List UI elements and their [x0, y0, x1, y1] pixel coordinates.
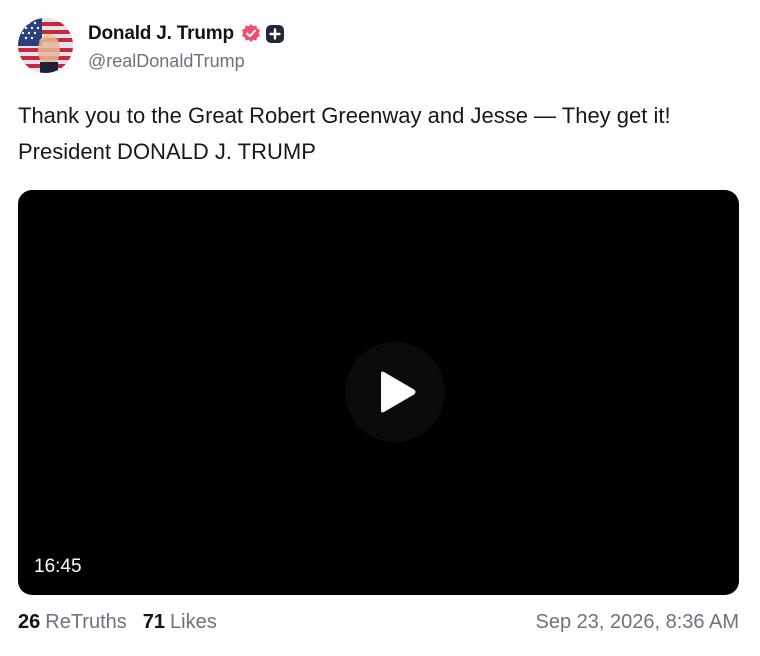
author-display-name[interactable]: Donald J. Trump — [88, 23, 234, 45]
retruths-stat[interactable]: 26 ReTruths — [18, 611, 127, 634]
play-button[interactable] — [345, 342, 445, 442]
play-icon — [381, 371, 416, 413]
likes-count: 71 — [142, 610, 166, 633]
author-block: Donald J. Trump @realDonaldTrump — [88, 22, 285, 72]
retruths-label: ReTruths — [45, 610, 127, 633]
plus-badge-icon — [265, 24, 285, 44]
retruths-count: 26 — [18, 610, 41, 633]
post-card: Donald J. Trump @realDonaldTrump Thank y… — [0, 0, 760, 656]
likes-label: Likes — [170, 610, 217, 633]
video-duration: 16:45 — [34, 556, 82, 577]
avatar-image — [18, 18, 73, 73]
author-name-row: Donald J. Trump — [88, 22, 285, 46]
post-text: Thank you to the Great Robert Greenway a… — [18, 103, 671, 164]
verified-badge-icon — [240, 23, 262, 45]
author-handle[interactable]: @realDonaldTrump — [88, 51, 285, 72]
likes-stat[interactable]: 71 Likes — [143, 611, 217, 634]
post-footer: 26 ReTruths 71 Likes Sep 23, 2026, 8:36 … — [18, 608, 739, 636]
video-player[interactable]: 16:45 — [18, 190, 739, 595]
post-timestamp[interactable]: Sep 23, 2026, 8:36 AM — [536, 611, 740, 634]
avatar[interactable] — [18, 18, 73, 73]
